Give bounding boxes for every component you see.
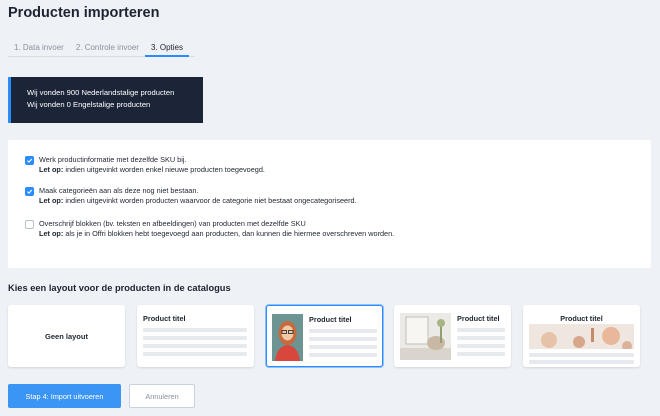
option-label: Overschrijf blokken (bv. teksten en afbe… (39, 219, 306, 228)
option-label: Maak categorieën aan als deze nog niet b… (39, 186, 199, 195)
layout-card-title-text[interactable]: Product titel (137, 305, 254, 367)
update-sku-checkbox[interactable] (25, 156, 34, 165)
placeholder-line (457, 344, 505, 348)
layout-card-label: Product titel (309, 315, 352, 324)
tab-data-invoer[interactable]: 1. Data invoer (8, 40, 70, 56)
interior-thumbnail (400, 313, 451, 360)
layout-card-image-banner[interactable]: Product titel (523, 305, 640, 367)
overwrite-blocks-checkbox[interactable] (25, 220, 34, 229)
layout-card-label: Product titel (143, 314, 186, 323)
page-title: Producten importeren (8, 5, 160, 21)
option-note: als je in Offri blokken hebt toegevoegd … (63, 229, 395, 238)
placeholder-line (529, 360, 634, 364)
option-note-prefix: Let op: (39, 229, 64, 238)
option-create-categories[interactable]: Maak categorieën aan als deze nog niet b… (25, 186, 357, 206)
option-note: indien uitgevinkt worden producten waarv… (63, 196, 357, 205)
layout-card-label: Product titel (457, 314, 500, 323)
summary-line-nl: Wij vonden 900 Nederlandstalige producte… (27, 88, 175, 97)
placeholder-line (457, 328, 505, 332)
option-label: Werk productinformatie met dezelfde SKU … (39, 155, 187, 164)
checkmark-icon (27, 158, 33, 163)
placeholder-line (457, 352, 505, 356)
placeholder-line (309, 329, 377, 333)
options-panel: Werk productinformatie met dezelfde SKU … (8, 140, 651, 268)
placeholder-line (309, 345, 377, 349)
layout-card-image-left[interactable]: Product titel (266, 305, 383, 367)
placeholder-line (309, 353, 377, 357)
layout-section-heading: Kies een layout voor de producten in de … (8, 283, 231, 293)
tab-bar: 1. Data invoer 2. Controle invoer 3. Opt… (8, 40, 195, 57)
summary-line-en: Wij vonden 0 Engelstalige producten (27, 100, 151, 109)
layout-card-image-left-wide[interactable]: Product titel (394, 305, 511, 367)
run-import-button[interactable]: Stap 4: Import uitvoeren (8, 384, 121, 408)
cancel-button[interactable]: Annuleren (129, 384, 195, 408)
tab-controle-invoer[interactable]: 2. Controle invoer (70, 40, 145, 56)
placeholder-line (143, 328, 247, 332)
placeholder-line (309, 337, 377, 341)
checkmark-icon (27, 189, 33, 194)
banner-thumbnail (529, 324, 634, 349)
option-update-sku[interactable]: Werk productinformatie met dezelfde SKU … (25, 155, 265, 175)
option-note-prefix: Let op: (39, 196, 64, 205)
layout-card-label: Product titel (560, 314, 603, 323)
tab-opties[interactable]: 3. Opties (144, 40, 189, 57)
layout-card-none[interactable]: Geen layout (8, 305, 125, 367)
placeholder-line (529, 353, 634, 357)
create-categories-checkbox[interactable] (25, 187, 34, 196)
placeholder-line (143, 336, 247, 340)
layout-card-label: Geen layout (45, 331, 88, 341)
option-overwrite-blocks[interactable]: Overschrijf blokken (bv. teksten en afbe… (25, 219, 394, 239)
placeholder-line (457, 336, 505, 340)
portrait-thumbnail (272, 314, 303, 361)
placeholder-line (143, 344, 247, 348)
placeholder-line (143, 352, 247, 356)
option-note-prefix: Let op: (39, 165, 64, 174)
option-note: indien uitgevinkt worden enkel nieuwe pr… (63, 165, 265, 174)
import-summary-box: Wij vonden 900 Nederlandstalige producte… (8, 77, 203, 123)
